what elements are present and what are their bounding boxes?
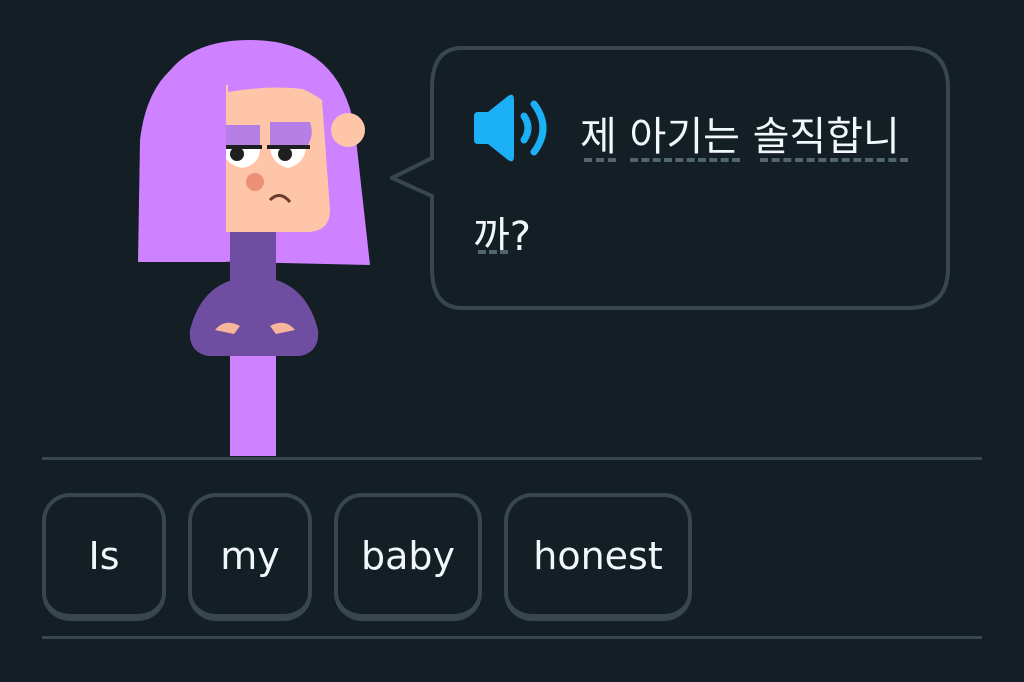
word-underline — [760, 158, 908, 162]
word-tile-is[interactable]: Is — [42, 493, 166, 621]
word-tile-baby[interactable]: baby — [334, 493, 482, 621]
speech-bubble-outline — [390, 46, 950, 310]
word-underline — [630, 158, 740, 162]
sentence-line-1: 제 아기는 솔직합니 — [580, 104, 900, 162]
word-tile-label: honest — [533, 533, 663, 578]
sentence-text-1[interactable]: 제 아기는 솔직합니 — [580, 114, 900, 160]
word-tile-label: Is — [88, 533, 120, 578]
play-audio-button[interactable] — [470, 92, 550, 164]
character-illustration — [138, 40, 370, 456]
word-underline — [478, 250, 508, 254]
answer-line-top — [42, 457, 982, 460]
speaker-icon — [474, 94, 547, 162]
answer-line-bottom — [42, 636, 982, 639]
word-tile-honest[interactable]: honest — [504, 493, 692, 621]
lesson-screen: 제 아기는 솔직합니 까? Is my baby honest — [0, 0, 1024, 682]
speech-bubble: 제 아기는 솔직합니 까? — [390, 46, 950, 310]
word-tile-label: baby — [360, 533, 456, 578]
character-lily — [130, 30, 380, 460]
word-tile-label: my — [220, 533, 280, 578]
word-underline — [584, 158, 616, 162]
word-tile-my[interactable]: my — [188, 493, 312, 621]
